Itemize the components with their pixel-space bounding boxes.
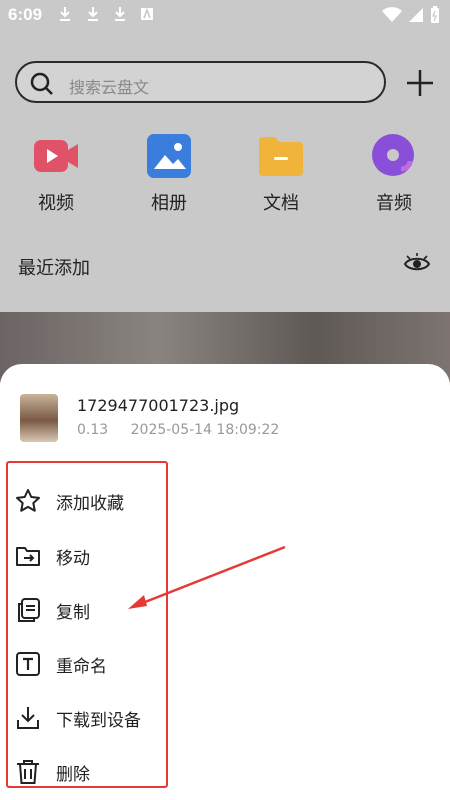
search-icon [30, 72, 53, 95]
file-date: 2025-05-14 18:09:22 [130, 422, 280, 438]
video-icon [34, 140, 78, 172]
category-album[interactable]: 相册 [129, 133, 209, 215]
category-audio[interactable]: 音频 [354, 133, 434, 215]
download-notification-icon [88, 7, 98, 21]
status-time: 6:09 [8, 5, 43, 24]
menu-item-rename[interactable]: 重命名 [14, 649, 107, 679]
download-notification-icon [115, 7, 125, 21]
signal-icon [409, 8, 423, 22]
menu-item-favorite[interactable]: 添加收藏 [14, 486, 124, 516]
category-label: 相册 [151, 193, 187, 214]
move-folder-icon [16, 547, 40, 566]
menu-item-download[interactable]: 下载到设备 [14, 703, 141, 733]
battery-icon [431, 6, 439, 23]
menu-item-label: 下载到设备 [56, 710, 141, 731]
menu-item-label: 重命名 [56, 656, 107, 677]
category-label: 文档 [263, 193, 299, 214]
category-video[interactable]: 视频 [16, 133, 96, 215]
menu-item-label: 删除 [56, 764, 90, 785]
star-icon [16, 489, 40, 512]
download-icon [17, 707, 39, 729]
trash-icon [17, 760, 39, 784]
menu-item-label: 移动 [56, 548, 90, 569]
copy-icon [18, 598, 40, 622]
category-document[interactable]: 文档 [241, 133, 321, 215]
category-label: 视频 [38, 193, 74, 214]
category-label: 音频 [376, 193, 412, 214]
file-thumbnail [20, 394, 58, 442]
photo-album-icon [147, 134, 191, 178]
recent-title: 最近添加 [18, 258, 90, 279]
audio-disc-icon [372, 134, 414, 176]
wifi-icon [382, 7, 402, 22]
menu-item-label: 添加收藏 [56, 493, 124, 514]
file-meta: 0.13 2025-05-14 18:09:22 [77, 422, 297, 438]
menu-item-label: 复制 [56, 602, 90, 623]
rename-icon [16, 652, 40, 676]
app-notification-icon [141, 7, 153, 20]
add-icon[interactable] [404, 67, 436, 99]
search-bar[interactable]: 搜索云盘文 [15, 61, 386, 103]
status-right [382, 6, 440, 24]
file-name: 1729477001723.jpg [77, 396, 240, 415]
search-placeholder: 搜索云盘文 [69, 78, 150, 97]
status-bar: 6:09 [0, 0, 450, 30]
menu-item-copy[interactable]: 复制 [14, 595, 90, 625]
menu-item-move[interactable]: 移动 [14, 541, 90, 571]
download-notification-icon [60, 7, 70, 21]
file-size: 0.13 [77, 422, 109, 438]
menu-item-delete[interactable]: 删除 [14, 757, 90, 787]
folder-document-icon [259, 137, 303, 176]
eye-icon[interactable] [403, 252, 431, 276]
